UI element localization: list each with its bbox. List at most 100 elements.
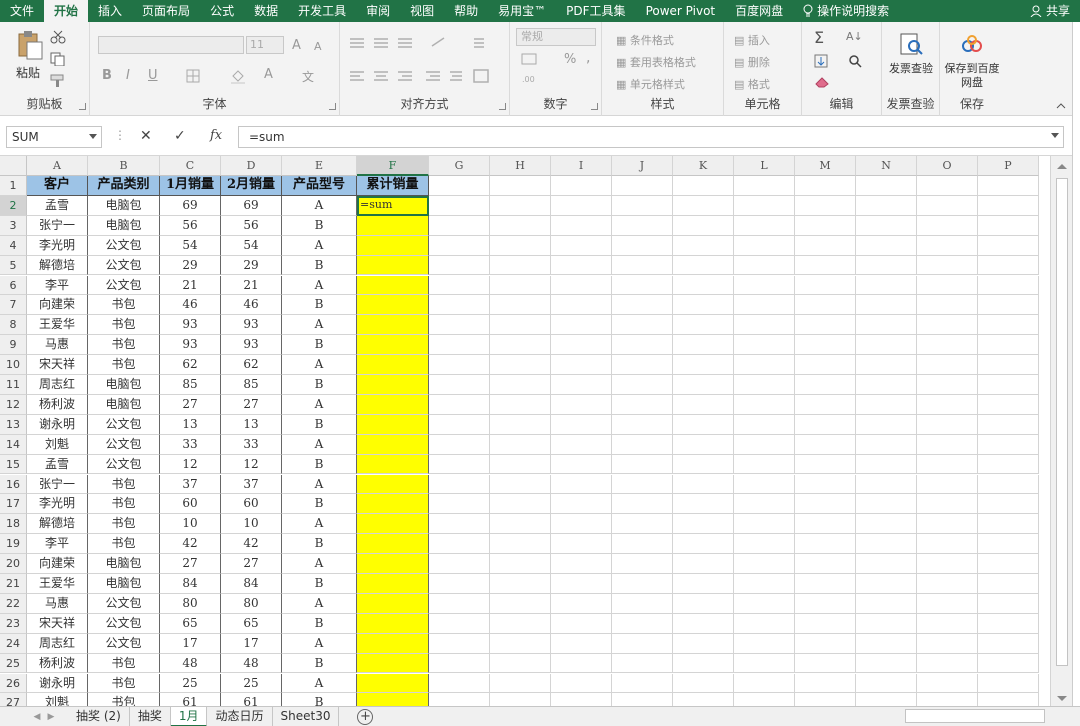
cell[interactable]	[978, 295, 1039, 316]
cell[interactable]	[490, 315, 551, 336]
cell[interactable]	[917, 633, 978, 654]
row-header[interactable]: 23	[0, 613, 27, 634]
data-cell[interactable]: A	[282, 434, 357, 455]
grow-font-button[interactable]: A	[292, 38, 301, 53]
cell[interactable]	[673, 315, 734, 336]
total-cell[interactable]	[357, 593, 429, 614]
cell[interactable]	[551, 574, 612, 594]
row-header[interactable]: 21	[0, 574, 27, 594]
column-header-I[interactable]: I	[551, 156, 612, 176]
cell[interactable]	[673, 355, 734, 375]
cell[interactable]	[917, 315, 978, 336]
ribbon-tab-10[interactable]: 易用宝™	[488, 0, 556, 22]
cell[interactable]	[490, 176, 551, 196]
data-cell[interactable]: 93	[221, 335, 282, 356]
total-cell[interactable]	[357, 215, 429, 236]
data-cell[interactable]: 25	[221, 673, 282, 694]
cell[interactable]	[795, 414, 856, 435]
column-header-C[interactable]: C	[160, 156, 221, 176]
data-cell[interactable]: 54	[160, 235, 221, 256]
data-cell[interactable]: A	[282, 673, 357, 694]
share-button[interactable]: 共享	[1030, 0, 1070, 22]
cell[interactable]	[551, 335, 612, 356]
data-cell[interactable]: 书包	[88, 534, 160, 555]
data-cell[interactable]: 解德培	[27, 255, 88, 276]
data-cell[interactable]: A	[282, 514, 357, 535]
data-cell[interactable]: 21	[160, 275, 221, 296]
invoice-icon[interactable]	[899, 32, 923, 56]
cell[interactable]	[856, 633, 917, 654]
cell[interactable]	[612, 494, 673, 515]
row-header[interactable]: 13	[0, 414, 27, 435]
data-cell[interactable]: 公文包	[88, 593, 160, 614]
cell[interactable]	[490, 275, 551, 296]
cell[interactable]	[795, 335, 856, 356]
data-cell[interactable]: 46	[221, 295, 282, 316]
cell[interactable]	[795, 673, 856, 694]
row-header[interactable]: 24	[0, 633, 27, 654]
cell[interactable]	[795, 394, 856, 415]
cell[interactable]	[490, 653, 551, 674]
cell[interactable]	[856, 315, 917, 336]
ribbon-tab-1[interactable]: 开始	[44, 0, 89, 22]
bold-button[interactable]: B	[102, 68, 112, 83]
cell[interactable]	[673, 394, 734, 415]
cell[interactable]	[856, 335, 917, 356]
cell[interactable]	[612, 176, 673, 196]
data-cell[interactable]: 书包	[88, 653, 160, 674]
cell[interactable]	[612, 195, 673, 216]
cell[interactable]	[734, 255, 795, 276]
data-cell[interactable]: 27	[221, 554, 282, 574]
cell[interactable]	[490, 255, 551, 276]
cell[interactable]	[490, 375, 551, 395]
row-header[interactable]: 2	[0, 195, 27, 216]
cell[interactable]	[917, 434, 978, 455]
cell[interactable]	[551, 554, 612, 574]
alignment-icons[interactable]	[348, 36, 498, 96]
cell[interactable]	[917, 653, 978, 674]
cell[interactable]	[978, 414, 1039, 435]
insert-button[interactable]: ▤ 插入	[734, 32, 770, 48]
cell[interactable]	[856, 414, 917, 435]
row-header[interactable]: 5	[0, 255, 27, 276]
cell[interactable]	[795, 653, 856, 674]
data-cell[interactable]: 孟雪	[27, 195, 88, 216]
cell[interactable]	[551, 474, 612, 495]
conditional-format-button[interactable]: ▦ 条件格式	[616, 32, 674, 48]
cell[interactable]	[612, 355, 673, 375]
cell[interactable]	[795, 534, 856, 555]
data-cell[interactable]: 谢永明	[27, 673, 88, 694]
cell[interactable]	[429, 673, 490, 694]
cell[interactable]	[795, 454, 856, 475]
cell[interactable]	[673, 534, 734, 555]
cell[interactable]	[429, 454, 490, 475]
cell[interactable]	[612, 693, 673, 706]
total-cell[interactable]	[357, 633, 429, 654]
row-header[interactable]: 27	[0, 693, 27, 706]
row-header[interactable]: 12	[0, 394, 27, 415]
cell[interactable]	[612, 653, 673, 674]
cell[interactable]	[917, 593, 978, 614]
cell[interactable]	[429, 394, 490, 415]
cell-style-button[interactable]: ▦ 单元格样式	[616, 76, 685, 92]
cell[interactable]	[795, 593, 856, 614]
cell[interactable]	[612, 434, 673, 455]
cell[interactable]	[978, 235, 1039, 256]
data-cell[interactable]: A	[282, 593, 357, 614]
data-cell[interactable]: 17	[221, 633, 282, 654]
cell[interactable]	[429, 613, 490, 634]
cell[interactable]	[429, 554, 490, 574]
cell[interactable]	[795, 494, 856, 515]
data-cell[interactable]: 书包	[88, 673, 160, 694]
cell[interactable]	[734, 215, 795, 236]
data-cell[interactable]: A	[282, 195, 357, 216]
cell[interactable]	[917, 195, 978, 216]
prev-sheet-icon[interactable]: ◀	[30, 707, 44, 726]
data-cell[interactable]: 93	[160, 335, 221, 356]
data-cell[interactable]: 刘魁	[27, 434, 88, 455]
cell[interactable]	[734, 454, 795, 475]
cell[interactable]	[429, 494, 490, 515]
cell[interactable]	[551, 195, 612, 216]
data-cell[interactable]: 电脑包	[88, 574, 160, 594]
row-header[interactable]: 16	[0, 474, 27, 495]
